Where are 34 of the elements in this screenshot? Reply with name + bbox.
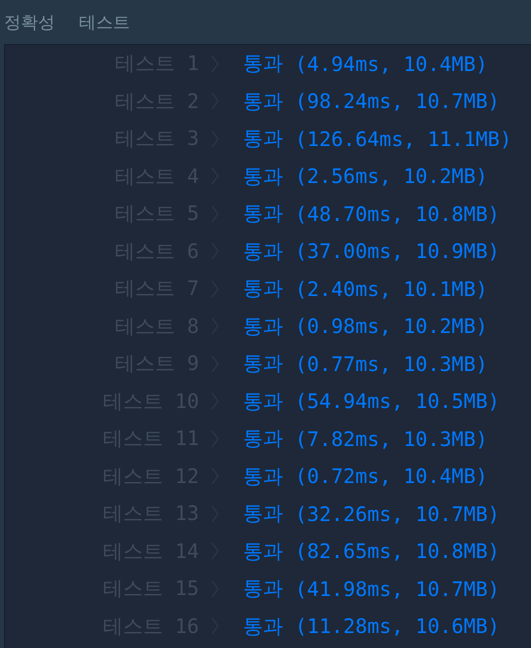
result-detail: (48.70ms, 10.8MB) — [295, 202, 500, 226]
result-detail: (7.82ms, 10.3MB) — [295, 426, 488, 451]
result-detail: (126.64ms, 11.1MB) — [295, 126, 512, 151]
result-detail: (0.77ms, 10.3MB) — [295, 352, 488, 376]
result-text: 통과 — [243, 200, 283, 228]
result-detail: (0.72ms, 10.4MB) — [295, 464, 488, 488]
result-text: 통과 — [243, 50, 283, 78]
result-detail: (11.28ms, 10.6MB) — [295, 614, 500, 638]
result-text: 통과 — [243, 612, 283, 640]
result-text: 통과 — [243, 425, 283, 452]
result-detail: (2.56ms, 10.2MB) — [295, 164, 488, 188]
result-detail: (82.65ms, 10.8MB) — [295, 539, 500, 564]
result-text: 통과 — [243, 388, 283, 415]
result-detail: (2.40ms, 10.1MB) — [295, 276, 488, 301]
result-text: 통과 — [243, 238, 283, 265]
result-detail: (37.00ms, 10.9MB) — [295, 239, 500, 264]
section-title: 정확성 — [4, 12, 55, 34]
result-text: 통과 — [243, 162, 283, 190]
result-detail: (0.98ms, 10.2MB) — [295, 314, 488, 338]
result-detail: (4.94ms, 10.4MB) — [295, 52, 488, 76]
result-text: 통과 — [243, 125, 283, 152]
result-detail: (54.94ms, 10.5MB) — [295, 389, 500, 414]
result-text: 통과 — [243, 462, 283, 490]
result-detail: (98.24ms, 10.7MB) — [295, 89, 500, 114]
result-text: 통과 — [243, 88, 283, 115]
result-text: 통과 — [243, 350, 283, 378]
result-text: 통과 — [243, 538, 283, 565]
panel-title: 테스트 — [79, 12, 130, 34]
result-text: 통과 — [243, 575, 283, 602]
result-detail: (32.26ms, 10.7MB) — [295, 502, 500, 526]
result-text: 통과 — [243, 500, 283, 528]
result-detail: (41.98ms, 10.7MB) — [295, 576, 500, 601]
result-text: 통과 — [243, 275, 283, 302]
result-text: 통과 — [243, 312, 283, 340]
